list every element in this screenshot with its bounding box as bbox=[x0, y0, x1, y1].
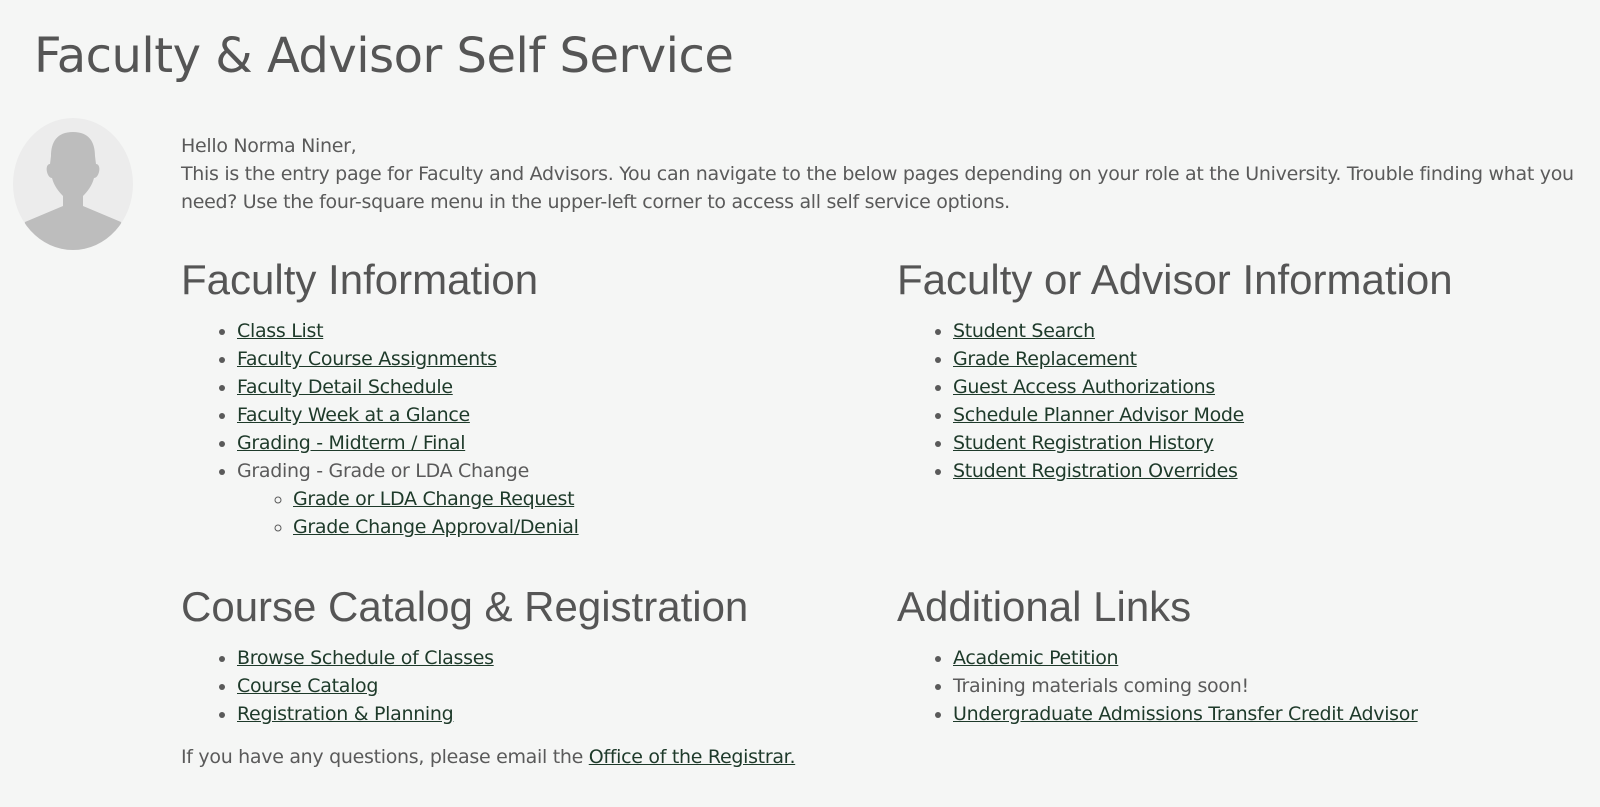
list-item: Undergraduate Admissions Transfer Credit… bbox=[953, 700, 1418, 728]
additional-links-list: Academic Petition Training materials com… bbox=[897, 644, 1418, 728]
guest-access-authorizations-link[interactable]: Guest Access Authorizations bbox=[953, 376, 1215, 398]
list-item: Student Search bbox=[953, 317, 1453, 345]
transfer-credit-advisor-link[interactable]: Undergraduate Admissions Transfer Credit… bbox=[953, 703, 1418, 725]
student-registration-history-link[interactable]: Student Registration History bbox=[953, 432, 1214, 454]
section-faculty-information: Faculty Information Class List Faculty C… bbox=[181, 255, 579, 541]
course-catalog-link[interactable]: Course Catalog bbox=[237, 675, 378, 697]
registration-planning-link[interactable]: Registration & Planning bbox=[237, 703, 454, 725]
intro-description: This is the entry page for Faculty and A… bbox=[181, 163, 1574, 213]
footer-text: If you have any questions, please email … bbox=[181, 746, 589, 768]
section-heading: Course Catalog & Registration bbox=[181, 583, 749, 630]
grade-change-sublist: Grade or LDA Change Request Grade Change… bbox=[237, 485, 579, 541]
list-item: Faculty Detail Schedule bbox=[237, 373, 579, 401]
page-title: Faculty & Advisor Self Service bbox=[34, 28, 734, 84]
grading-grade-lda-change-label: Grading - Grade or LDA Change bbox=[237, 460, 529, 483]
list-item: Faculty Week at a Glance bbox=[237, 401, 579, 429]
section-heading: Faculty Information bbox=[181, 256, 539, 303]
list-item: Course Catalog bbox=[237, 672, 748, 700]
list-item: Academic Petition bbox=[953, 644, 1418, 672]
user-silhouette-icon bbox=[13, 118, 133, 250]
list-item: Grade Replacement bbox=[953, 345, 1453, 373]
schedule-planner-advisor-mode-link[interactable]: Schedule Planner Advisor Mode bbox=[953, 404, 1244, 426]
section-course-catalog-registration: Course Catalog & Registration Browse Sch… bbox=[181, 582, 748, 728]
browse-schedule-of-classes-link[interactable]: Browse Schedule of Classes bbox=[237, 647, 494, 669]
student-registration-overrides-link[interactable]: Student Registration Overrides bbox=[953, 460, 1238, 482]
faculty-detail-schedule-link[interactable]: Faculty Detail Schedule bbox=[237, 376, 453, 398]
list-item: Grading - Grade or LDA Change Grade or L… bbox=[237, 457, 579, 541]
faculty-week-at-a-glance-link[interactable]: Faculty Week at a Glance bbox=[237, 404, 470, 426]
list-item: Guest Access Authorizations bbox=[953, 373, 1453, 401]
section-heading: Faculty or Advisor Information bbox=[897, 256, 1453, 303]
faculty-links-list: Class List Faculty Course Assignments Fa… bbox=[181, 317, 579, 541]
footer-note: If you have any questions, please email … bbox=[181, 743, 795, 771]
advisor-links-list: Student Search Grade Replacement Guest A… bbox=[897, 317, 1453, 485]
list-item: Student Registration Overrides bbox=[953, 457, 1453, 485]
section-faculty-or-advisor-information: Faculty or Advisor Information Student S… bbox=[897, 255, 1453, 485]
grade-change-approval-denial-link[interactable]: Grade Change Approval/Denial bbox=[293, 516, 579, 538]
grading-midterm-final-link[interactable]: Grading - Midterm / Final bbox=[237, 432, 465, 454]
list-item: Grade or LDA Change Request bbox=[293, 485, 579, 513]
list-item: Schedule Planner Advisor Mode bbox=[953, 401, 1453, 429]
list-item: Registration & Planning bbox=[237, 700, 748, 728]
section-heading: Additional Links bbox=[897, 583, 1192, 630]
grade-replacement-link[interactable]: Grade Replacement bbox=[953, 348, 1137, 370]
office-of-registrar-link[interactable]: Office of the Registrar. bbox=[589, 746, 796, 768]
list-item: Grading - Midterm / Final bbox=[237, 429, 579, 457]
class-list-link[interactable]: Class List bbox=[237, 320, 324, 342]
section-additional-links: Additional Links Academic Petition Train… bbox=[897, 582, 1418, 728]
list-item: Grade Change Approval/Denial bbox=[293, 513, 579, 541]
training-materials-note: Training materials coming soon! bbox=[953, 675, 1249, 698]
student-search-link[interactable]: Student Search bbox=[953, 320, 1095, 342]
list-item: Class List bbox=[237, 317, 579, 345]
greeting: Hello Norma Niner, bbox=[181, 135, 357, 157]
faculty-course-assignments-link[interactable]: Faculty Course Assignments bbox=[237, 348, 497, 370]
list-item: Browse Schedule of Classes bbox=[237, 644, 748, 672]
grade-lda-change-request-link[interactable]: Grade or LDA Change Request bbox=[293, 488, 575, 510]
catalog-links-list: Browse Schedule of Classes Course Catalo… bbox=[181, 644, 748, 728]
list-item: Training materials coming soon! bbox=[953, 672, 1418, 700]
intro-text: Hello Norma Niner, This is the entry pag… bbox=[181, 132, 1591, 216]
avatar bbox=[13, 118, 133, 250]
list-item: Faculty Course Assignments bbox=[237, 345, 579, 373]
list-item: Student Registration History bbox=[953, 429, 1453, 457]
academic-petition-link[interactable]: Academic Petition bbox=[953, 647, 1119, 669]
